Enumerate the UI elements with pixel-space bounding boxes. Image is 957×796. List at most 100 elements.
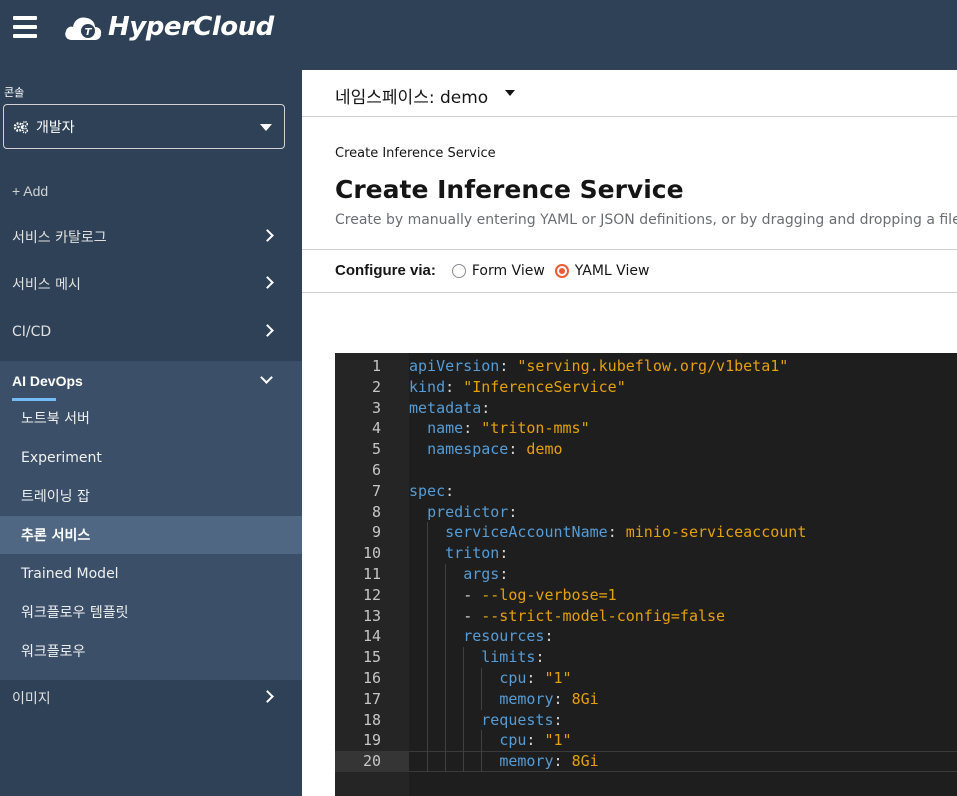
code-line[interactable]: 1 apiVersion: "serving.kubeflow.org/v1bet… <box>335 356 957 377</box>
nav-section-title[interactable]: AI DevOps <box>12 373 83 389</box>
code-line[interactable]: 14 resources: <box>335 626 957 647</box>
indent-guide <box>463 668 465 689</box>
line-number: 12 <box>362 585 381 604</box>
code-line[interactable]: 10 triton: <box>335 543 957 564</box>
code-line[interactable]: 17 memory: 8Gi <box>335 689 957 710</box>
nav-item-service-mesh[interactable]: 서비스 메시 <box>0 261 302 307</box>
code-line[interactable]: 9 serviceAccountName: minio-serviceaccou… <box>335 522 957 543</box>
yaml-key: namespace <box>427 440 509 459</box>
yaml-key: name <box>427 419 464 438</box>
indent-guide <box>427 564 429 585</box>
yaml-value: minio-serviceaccount <box>625 523 807 542</box>
line-number: 17 <box>362 689 381 708</box>
nav-subitem-experiment[interactable]: Experiment <box>0 439 302 477</box>
nav-add-link[interactable]: + Add <box>12 183 48 199</box>
yaml-value: "serving.kubeflow.org/v1beta1" <box>517 357 789 375</box>
caret-down-icon[interactable] <box>505 90 515 96</box>
chevron-right-icon <box>261 690 274 703</box>
indent-guide <box>427 626 429 648</box>
nav-item-label: 서비스 메시 <box>12 277 81 293</box>
code-line[interactable]: 7 spec: <box>335 481 957 502</box>
nav-subitem-workflow[interactable]: 워크플로우 <box>0 632 302 670</box>
form-view-radio[interactable]: Form View <box>451 262 545 279</box>
brand-logo[interactable]: T HyperCloud <box>64 10 274 44</box>
yaml-separator: : <box>535 648 545 667</box>
indent-guide <box>427 543 429 564</box>
yaml-separator: : <box>526 731 545 750</box>
code-line[interactable]: 12 - --log-verbose=1 <box>335 585 957 606</box>
perspective-switcher[interactable]: 개발자 <box>3 104 285 149</box>
radio-label: Form View <box>471 262 545 279</box>
code-line[interactable]: 11 args: <box>335 564 957 585</box>
code-line[interactable]: 5 namespace: demo <box>335 439 957 460</box>
indent-guide <box>427 730 429 752</box>
code-line[interactable]: 8 predictor: <box>335 502 957 523</box>
yaml-separator: : <box>553 710 563 729</box>
nav-subitem-label: 워크플로우 템플릿 <box>21 605 129 621</box>
code-text: - --log-verbose=1 <box>409 585 617 606</box>
yaml-separator: : <box>445 377 464 396</box>
nav-subitem-workflow-template[interactable]: 워크플로우 템플릿 <box>0 593 302 631</box>
yaml-key: spec <box>409 481 446 500</box>
main-content: 네임스페이스: demo Create Inference Service Cr… <box>302 70 957 796</box>
code-line[interactable]: 20 memory: 8Gi <box>335 751 957 773</box>
line-number: 18 <box>362 710 381 729</box>
code-line[interactable]: 16 cpu: "1" <box>335 668 957 689</box>
yaml-separator: : <box>499 565 509 583</box>
nav-item-cicd[interactable]: CI/CD <box>0 309 302 355</box>
yaml-separator: : <box>553 689 572 708</box>
line-number: 8 <box>371 502 381 521</box>
code-text: cpu: "1" <box>409 668 571 689</box>
yaml-view-radio[interactable]: YAML View <box>554 262 650 279</box>
code-line[interactable]: 2 kind: "InferenceService" <box>335 377 957 398</box>
nav-subitem-trained-model[interactable]: Trained Model <box>0 555 302 593</box>
code-text: cpu: "1" <box>409 730 572 751</box>
yaml-key: triton <box>445 544 500 563</box>
code-line[interactable]: 6 <box>335 460 957 481</box>
line-number: 14 <box>362 627 381 646</box>
indent-guide <box>445 626 447 648</box>
yaml-value: "1" <box>544 731 572 750</box>
indent-guide <box>481 751 483 772</box>
nav-item-label: 서비스 카탈로그 <box>12 230 107 246</box>
namespace-bar: 네임스페이스: demo <box>302 70 957 117</box>
nav-item-service-catalog[interactable]: 서비스 카탈로그 <box>0 214 302 260</box>
nav-subitem-notebook-server[interactable]: 노트북 서버 <box>0 399 302 437</box>
nav-subitem-training-job[interactable]: 트레이닝 잡 <box>0 477 302 515</box>
namespace-dropdown[interactable]: 네임스페이스: demo <box>335 83 488 108</box>
nav-item-image[interactable]: 이미지 <box>0 675 302 721</box>
yaml-separator: : <box>481 398 491 417</box>
code-line[interactable]: 19 cpu: "1" <box>335 730 957 751</box>
radio-unchecked-icon <box>451 263 466 278</box>
nav-subitem-label: 트레이닝 잡 <box>21 489 90 505</box>
yaml-key: limits <box>481 648 536 667</box>
nav-subitem-inference-service[interactable]: 추론 서비스 <box>0 516 302 554</box>
radio-checked-icon <box>554 263 569 278</box>
yaml-key: requests <box>481 710 554 729</box>
code-line[interactable]: 13 - --strict-model-config=false <box>335 606 957 627</box>
radio-label: YAML View <box>574 262 650 279</box>
yaml-key: resources <box>463 627 545 646</box>
indent-guide <box>427 584 429 606</box>
indent-guide <box>445 688 447 710</box>
indent-guide <box>481 730 483 752</box>
yaml-value: "InferenceService" <box>463 377 626 396</box>
yaml-separator: - <box>463 585 482 604</box>
chevron-down-icon[interactable] <box>260 371 273 384</box>
code-line[interactable]: 3 metadata: <box>335 398 957 419</box>
yaml-value: demo <box>526 440 563 459</box>
yaml-editor[interactable]: 1 apiVersion: "serving.kubeflow.org/v1bet… <box>335 353 957 796</box>
code-line[interactable]: 18 requests: <box>335 710 957 731</box>
code-line[interactable]: 15 limits: <box>335 647 957 668</box>
nav-subitem-label: Trained Model <box>21 566 119 582</box>
code-line[interactable]: 4 name: "triton-mms" <box>335 418 957 439</box>
breadcrumb[interactable]: Create Inference Service <box>335 146 496 161</box>
yaml-separator: : <box>607 523 626 542</box>
hamburger-menu-icon[interactable] <box>13 16 37 38</box>
yaml-key: memory <box>499 689 554 708</box>
masthead: T HyperCloud <box>0 0 957 70</box>
gears-icon <box>13 120 29 134</box>
